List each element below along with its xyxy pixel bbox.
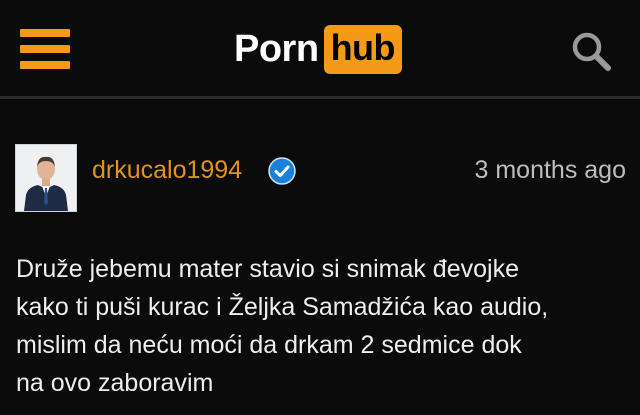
menu-bar-middle	[20, 45, 70, 53]
logo-left-text: Porn	[234, 28, 319, 70]
comment-line: kako ti puši kurac i Željka Samadžića ka…	[16, 293, 549, 321]
comment-timestamp: 3 months ago	[474, 156, 627, 184]
site-header: Porn hub	[0, 0, 640, 92]
comment-username[interactable]: drkucalo1994	[92, 155, 242, 185]
menu-bar-bottom	[20, 61, 70, 69]
page: Porn hub drkucalo1994 3 months ago Druže…	[0, 0, 640, 415]
search-icon[interactable]	[568, 28, 618, 74]
comment-line: na ovo zaboravim	[16, 369, 214, 397]
site-logo[interactable]: Porn hub	[234, 20, 403, 78]
avatar[interactable]	[15, 144, 77, 212]
header-divider	[0, 96, 640, 99]
hamburger-menu-icon[interactable]	[20, 26, 70, 72]
comment-line: mislim da neću moći da drkam 2 sedmice d…	[16, 331, 522, 359]
logo-right-text: hub	[323, 24, 403, 74]
comment-line: Druže jebemu mater stavio si snimak đevo…	[16, 255, 519, 283]
verified-badge-icon	[268, 157, 296, 185]
comment-text: Druže jebemu mater stavio si snimak đevo…	[16, 250, 628, 402]
menu-bar-top	[20, 29, 70, 37]
